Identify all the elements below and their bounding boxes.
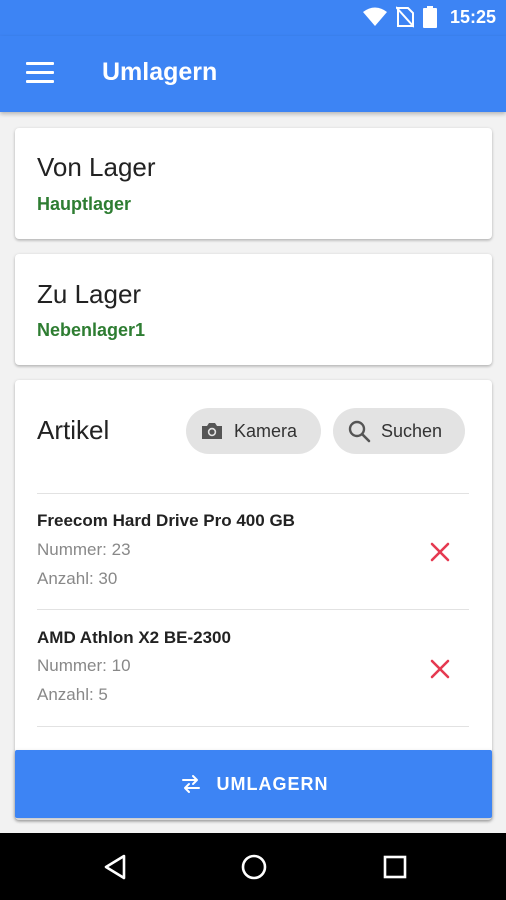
to-warehouse-title: Zu Lager [37, 279, 142, 309]
search-icon [348, 420, 371, 443]
battery-icon [422, 6, 437, 28]
recents-icon[interactable] [382, 854, 408, 880]
search-button-label: Suchen [381, 420, 443, 441]
camera-button[interactable]: Kamera [186, 408, 321, 454]
no-sim-icon [395, 6, 414, 28]
search-button[interactable]: Suchen [333, 408, 465, 454]
swap-icon [181, 775, 200, 793]
item-name: Freecom Hard Drive Pro 400 GB [37, 511, 295, 530]
umlagern-button-label: UMLAGERN [216, 773, 329, 794]
navigation-bar [0, 833, 506, 900]
to-warehouse-value: Nebenlager1 [37, 320, 146, 340]
to-warehouse-card[interactable]: Zu Lager Nebenlager1 [15, 254, 492, 365]
camera-button-label: Kamera [234, 420, 298, 441]
page-title: Umlagern [102, 58, 218, 86]
list-divider [37, 493, 469, 494]
item-name: AMD Athlon X2 BE-2300 [37, 628, 231, 647]
articles-title: Artikel [37, 415, 110, 445]
status-icons: 15:25 [362, 6, 496, 28]
item-number: Nummer: 10 [37, 656, 131, 675]
list-divider [37, 609, 469, 610]
item-quantity: Anzahl: 5 [37, 685, 108, 704]
app-bar: Umlagern [0, 36, 506, 112]
home-icon[interactable] [240, 853, 268, 881]
back-icon[interactable] [102, 853, 128, 881]
wifi-icon [362, 7, 387, 26]
umlagern-button[interactable]: UMLAGERN [15, 750, 492, 818]
status-time: 15:25 [449, 6, 496, 27]
from-warehouse-title: Von Lager [37, 152, 156, 182]
menu-icon[interactable] [26, 62, 54, 84]
camera-icon [202, 423, 222, 439]
status-bar: 15:25 [0, 0, 506, 36]
from-warehouse-value: Hauptlager [37, 194, 132, 214]
list-divider [37, 726, 469, 727]
item-quantity: Anzahl: 30 [37, 569, 118, 588]
delete-icon[interactable] [428, 540, 452, 564]
delete-icon[interactable] [428, 657, 452, 681]
item-number: Nummer: 23 [37, 540, 131, 559]
from-warehouse-card[interactable]: Von Lager Hauptlager [15, 128, 492, 239]
